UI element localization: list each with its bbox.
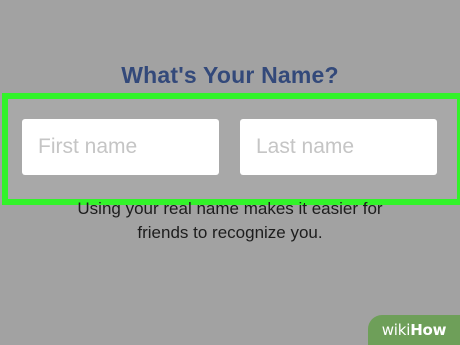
first-name-field[interactable] bbox=[22, 119, 219, 175]
last-name-field[interactable] bbox=[240, 119, 437, 175]
helper-line-1: Using your real name makes it easier for bbox=[77, 199, 383, 218]
helper-text: Using your real name makes it easier for… bbox=[0, 197, 460, 245]
watermark-text-wiki: wiki bbox=[381, 321, 411, 339]
watermark-text-how: How bbox=[410, 321, 447, 339]
page-title: What's Your Name? bbox=[121, 62, 339, 88]
helper-line-2: friends to recognize you. bbox=[137, 223, 323, 242]
wikihow-watermark: wiki How bbox=[368, 315, 460, 345]
